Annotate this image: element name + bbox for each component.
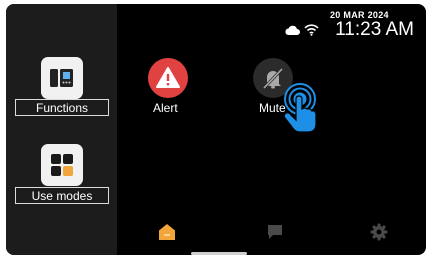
alert-label: Alert — [153, 101, 178, 115]
alert-icon — [156, 67, 180, 88]
sidebar-item-use-modes-label[interactable]: Use modes — [15, 187, 109, 204]
use-modes-icon — [51, 154, 73, 176]
alert-button[interactable] — [148, 58, 188, 98]
time-label: 11:23 AM — [335, 19, 414, 40]
chat-icon[interactable] — [266, 223, 284, 241]
home-icon[interactable] — [158, 223, 176, 241]
status-bar: 20 MAR 2024 11:23 AM — [284, 9, 414, 45]
settings-icon[interactable] — [370, 223, 388, 241]
functions-button[interactable] — [41, 57, 83, 99]
cloud-icon — [285, 25, 300, 35]
tap-hand-icon — [283, 83, 317, 133]
sidebar-item-functions-label[interactable]: Functions — [15, 99, 109, 116]
functions-icon — [50, 69, 73, 87]
sidebar: Functions Use modes — [6, 4, 117, 255]
home-indicator[interactable] — [191, 252, 247, 255]
wifi-icon — [304, 24, 319, 36]
device-screen: Functions Use modes 20 MAR 2024 11:23 AM — [6, 4, 426, 255]
use-modes-button[interactable] — [41, 144, 83, 186]
